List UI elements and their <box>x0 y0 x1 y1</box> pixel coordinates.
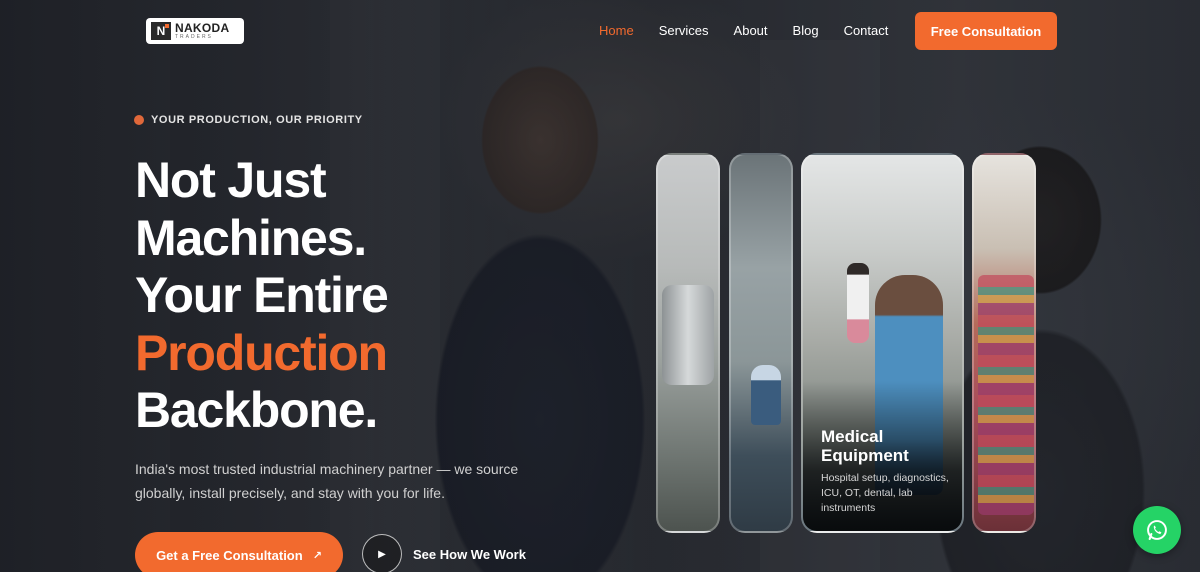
nav-about[interactable]: About <box>734 23 768 38</box>
headline-line-3: Your Entire <box>135 267 389 323</box>
whatsapp-glyph <box>1147 520 1167 540</box>
nav-blog[interactable]: Blog <box>793 23 819 38</box>
logo-name: NAKODA <box>175 21 230 35</box>
image-panel-medical-equipment[interactable]: Medical Equipment Hospital setup, diagno… <box>801 153 964 533</box>
get-consultation-button[interactable]: Get a Free Consultation ↗ <box>135 532 343 572</box>
hero-description: India's most trusted industrial machiner… <box>135 461 519 501</box>
headline-accent: Production <box>135 324 388 381</box>
get-consultation-label: Get a Free Consultation <box>156 547 303 563</box>
brand-logo[interactable]: N NAKODA TRADERS <box>146 18 244 44</box>
free-consultation-button[interactable]: Free Consultation <box>915 12 1057 50</box>
image-panel-textile[interactable] <box>972 153 1036 533</box>
headline-line-5: Backbone. <box>135 382 378 438</box>
see-how-we-work-button[interactable]: ▶ See How We Work <box>362 534 526 572</box>
arrow-up-right-icon: ↗ <box>312 549 322 562</box>
headline-line-1: Not Just <box>135 152 327 208</box>
panel-tank-image <box>662 285 714 385</box>
image-panel-pharma[interactable] <box>656 153 720 533</box>
panel-fabric-image <box>978 275 1034 515</box>
panel-caption-title: Medical Equipment <box>821 427 909 465</box>
whatsapp-icon[interactable] <box>1133 506 1181 554</box>
hero-headline: Not Just Machines. Your Entire Productio… <box>135 152 615 440</box>
logo-text: NAKODA TRADERS <box>175 22 229 40</box>
eyebrow-text: YOUR PRODUCTION, OUR PRIORITY <box>151 114 363 126</box>
panel-worker-image <box>751 365 781 425</box>
nav-contact[interactable]: Contact <box>844 23 889 38</box>
nav-services[interactable]: Services <box>659 23 709 38</box>
hero-eyebrow: YOUR PRODUCTION, OUR PRIORITY <box>134 114 363 126</box>
nav-home[interactable]: Home <box>599 23 634 38</box>
site-header: N NAKODA TRADERS Home Services About Blo… <box>0 0 1200 62</box>
logo-mark: N <box>151 22 171 40</box>
panel-nurse-image <box>847 263 869 343</box>
headline-line-2: Machines. <box>135 209 367 266</box>
see-how-we-work-label: See How We Work <box>413 546 526 562</box>
play-icon[interactable]: ▶ <box>362 534 402 572</box>
image-panel-factory[interactable] <box>729 153 793 533</box>
main-nav: Home Services About Blog Contact <box>599 23 913 38</box>
eyebrow-dot-icon <box>134 115 144 125</box>
panel-caption-text: Hospital setup, diagnostics, ICU, OT, de… <box>821 472 949 514</box>
logo-sub: TRADERS <box>175 34 213 40</box>
